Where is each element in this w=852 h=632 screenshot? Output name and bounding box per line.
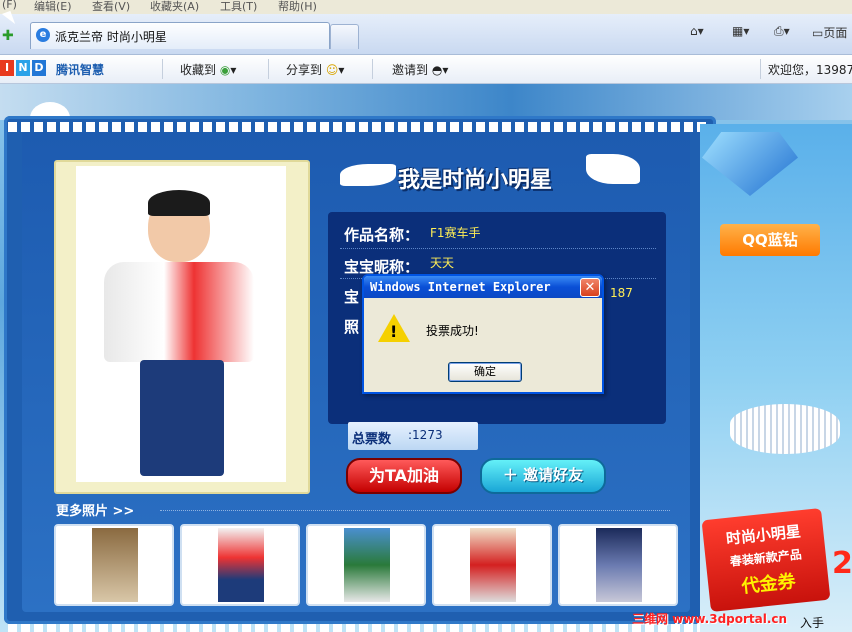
building-image (730, 404, 840, 454)
info-value-work: F1赛车手 (430, 226, 481, 240)
qq-blue-diamond-badge[interactable]: QQ蓝钻 (720, 224, 820, 256)
menu-view[interactable]: 查看(V) (92, 0, 130, 14)
votes-label: 总票数 (352, 432, 392, 447)
invite-to-button[interactable]: 邀请到 ◓▾ (392, 61, 448, 78)
page-menu[interactable]: ▭页面 (812, 24, 847, 44)
invite-label: 邀请到 (392, 63, 429, 77)
dialog-title: Windows Internet Explorer (370, 280, 551, 294)
warning-mark: ! (390, 322, 398, 341)
page-menu-label: 页面 (823, 26, 848, 40)
votes-value: :1273 (408, 428, 443, 442)
invite-friends-button[interactable]: ＋ 邀请好友 (480, 458, 606, 494)
watermark: 三维网 www.3dportal.cn (632, 612, 788, 626)
new-tab-button[interactable] (330, 24, 359, 49)
menu-bar: (F) 编辑(E) 查看(V) 收藏夹(A) 工具(T) 帮助(H) (0, 0, 852, 14)
print-icon[interactable]: ⎙▾ (774, 24, 790, 44)
thumbnail[interactable] (558, 524, 678, 606)
rss-icon[interactable]: ▦▾ (732, 24, 749, 44)
wing-left-icon (340, 164, 396, 186)
promo-coupon[interactable]: 时尚小明星 春装新款产品 代金券 (701, 507, 831, 613)
thumbnail-image (92, 528, 138, 602)
menu-tools[interactable]: 工具(T) (220, 0, 257, 14)
share-to-button[interactable]: 分享到 ☺▾ (286, 61, 344, 78)
thumbnail[interactable] (432, 524, 552, 606)
logo-block-1: I (0, 60, 14, 76)
logo-block-3: D (32, 60, 46, 76)
share-label: 分享到 (286, 63, 323, 77)
info-label-4: 照 (344, 318, 360, 336)
ie-icon: e (36, 28, 50, 42)
info-label-3: 宝 (344, 288, 360, 306)
more-photos-link[interactable]: 更多照片 >> (56, 500, 134, 519)
tencent-toolbar: I N D 腾讯智慧 收藏到 ◉▾ 分享到 ☺▾ 邀请到 ◓▾ 欢迎您，1398… (0, 55, 852, 84)
info-value-nickname: 天天 (430, 256, 455, 270)
banner-title: 我是时尚小明星 (398, 168, 553, 193)
thumbnail-image (344, 528, 390, 602)
tab-active[interactable]: e 派克兰帝 时尚小明星 (30, 22, 330, 49)
film-strip-top (8, 122, 708, 132)
promo-number: 2 (832, 546, 852, 581)
wing-right-icon (586, 154, 640, 184)
tab-row: ✚ e 派克兰帝 时尚小明星 ⌂▾ ▦▾ ⎙▾ ▭页面 (0, 14, 852, 55)
thumbnail-image (218, 528, 264, 602)
cheer-button[interactable]: 为TA加油 (346, 458, 462, 494)
logo-block-2: N (16, 60, 30, 76)
vote-count-box: 总票数 :1273 (348, 422, 478, 450)
info-value-3: 187 (610, 286, 633, 300)
collect-to-button[interactable]: 收藏到 ◉▾ (180, 61, 236, 78)
collect-label: 收藏到 (180, 63, 217, 77)
menu-file[interactable]: (F) (2, 0, 17, 11)
collect-icon: ◉ (219, 63, 231, 77)
photo-jacket (104, 262, 254, 362)
divider (160, 510, 670, 511)
thumbnail-image (596, 528, 642, 602)
tab-title: 派克兰帝 时尚小明星 (55, 30, 167, 44)
menu-edit[interactable]: 编辑(E) (34, 0, 72, 14)
menu-favorites[interactable]: 收藏夹(A) (150, 0, 199, 14)
dialog-message: 投票成功! (426, 324, 479, 338)
welcome-text: 欢迎您，139875 (768, 63, 852, 77)
share-icon: ☺ (325, 63, 339, 77)
thumbnail[interactable] (180, 524, 300, 606)
ok-button[interactable]: 确定 (448, 362, 522, 382)
favorites-star-icon[interactable]: ✚ (2, 28, 16, 44)
thumbnail-image (470, 528, 516, 602)
thumbnail[interactable] (306, 524, 426, 606)
photo-jeans (140, 360, 224, 476)
divider (340, 248, 656, 249)
photo-hair (148, 190, 210, 216)
info-label-work: 作品名称： (344, 226, 420, 244)
film-strip-bottom (8, 624, 708, 632)
close-icon[interactable]: ✕ (580, 278, 600, 297)
thumbnail[interactable] (54, 524, 174, 606)
banner-image (0, 84, 852, 120)
title-banner: 我是时尚小明星 (340, 154, 640, 202)
dialog-titlebar[interactable]: Windows Internet Explorer (364, 276, 602, 298)
side-text: 入手 (800, 616, 825, 630)
qq-penguin-icon: ◓ (431, 63, 443, 77)
alert-dialog: Windows Internet Explorer ✕ ! 投票成功! 确定 (362, 274, 604, 394)
brand-label: 腾讯智慧 (56, 63, 105, 77)
menu-help[interactable]: 帮助(H) (278, 0, 317, 14)
home-icon[interactable]: ⌂▾ (690, 24, 704, 44)
